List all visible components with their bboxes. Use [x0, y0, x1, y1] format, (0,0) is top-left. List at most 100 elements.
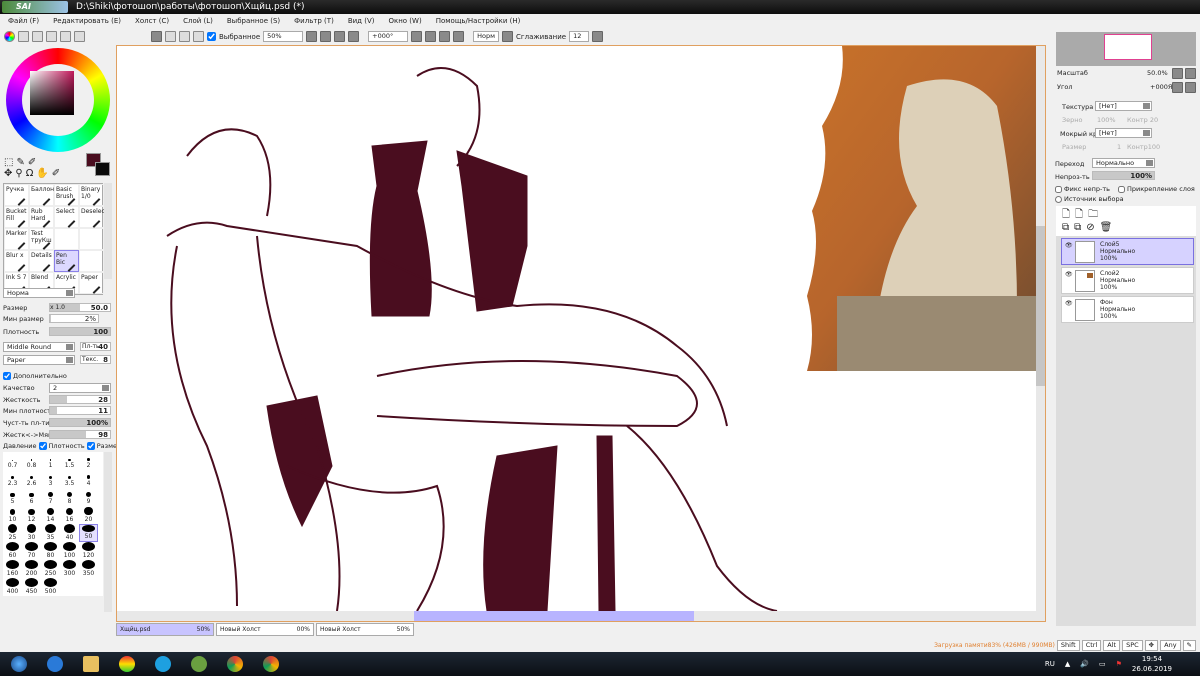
brush-size-3[interactable]: 3	[41, 470, 60, 488]
tool-deselect[interactable]: Deselect	[79, 206, 107, 228]
min-size-slider[interactable]: 2%	[49, 314, 99, 323]
smoothing-field[interactable]: 12	[569, 31, 590, 42]
copy-layer-icon[interactable]: ⧉	[1062, 222, 1074, 233]
brush-size-120[interactable]: 120	[79, 542, 98, 560]
menu-filter[interactable]: Фильтр (T)	[294, 17, 334, 25]
explorer-icon[interactable]	[74, 653, 108, 675]
visibility-eye-icon[interactable]: 👁	[1065, 271, 1073, 278]
tool-marker[interactable]: Marker	[4, 228, 29, 250]
angle-dropdown[interactable]	[411, 31, 423, 42]
tab-document[interactable]: Новый Холст 50%	[316, 623, 414, 636]
brush-size-7[interactable]: 7	[41, 488, 60, 506]
color-wheel-icon[interactable]	[4, 31, 15, 42]
tool-grid-scrollbar[interactable]	[104, 183, 112, 279]
tool-select[interactable]: Select	[54, 206, 79, 228]
tool-bucket-fill[interactable]: Bucket Fill	[4, 206, 29, 228]
shift-key[interactable]: Shift	[1056, 639, 1080, 651]
zoom-dropdown[interactable]	[306, 31, 318, 42]
horizontal-scrollbar[interactable]	[117, 611, 1045, 621]
nav-zoom-out[interactable]	[1172, 68, 1183, 79]
rotate-right-button[interactable]	[439, 31, 451, 42]
layer-blend-select[interactable]: Нормально	[1092, 158, 1155, 168]
language-indicator[interactable]: RU	[1045, 660, 1055, 668]
zoom-in-button[interactable]	[334, 31, 346, 42]
layer-opacity-slider[interactable]: 100%	[1092, 171, 1155, 180]
brush-size-1.5[interactable]: 1.5	[60, 452, 79, 470]
brush-size-0.8[interactable]: 0.8	[22, 452, 41, 470]
space-key[interactable]: SPC	[1122, 639, 1143, 651]
pen-icon[interactable]: ✎	[1182, 639, 1196, 651]
brush-size-40[interactable]: 40	[60, 524, 79, 542]
brush-size-400[interactable]: 400	[3, 578, 22, 596]
layer-item[interactable]: 👁 Слой5 Нормально 100%	[1061, 238, 1194, 265]
zoom-field[interactable]: 50%	[263, 31, 304, 42]
zoom-reset-button[interactable]	[348, 31, 360, 42]
invert-selection-button[interactable]	[193, 31, 204, 42]
zoom-out-button[interactable]	[320, 31, 332, 42]
sensitivity-slider[interactable]: 100%	[49, 418, 111, 427]
menu-view[interactable]: Вид (V)	[348, 17, 375, 25]
chrome-icon[interactable]	[218, 653, 252, 675]
brush-size-200[interactable]: 200	[22, 560, 41, 578]
brush-size-30[interactable]: 30	[22, 524, 41, 542]
menu-selection[interactable]: Выбранное (S)	[227, 17, 280, 25]
menu-canvas[interactable]: Холст (C)	[135, 17, 169, 25]
tray-expand-icon[interactable]: ▲	[1065, 660, 1070, 668]
any-key[interactable]: Any	[1160, 639, 1181, 651]
brush-size-1[interactable]: 1	[41, 452, 60, 470]
brush-size-6[interactable]: 6	[22, 488, 41, 506]
merge-down-icon[interactable]: ⧉	[1074, 222, 1086, 233]
selection-tools-icons[interactable]: ⬚✎✐ ✥⚲Ω✋✐	[4, 157, 63, 179]
brush-size-10[interactable]: 10	[3, 506, 22, 524]
new-folder-icon[interactable]: 🗀	[1088, 209, 1103, 220]
flip-button[interactable]	[502, 31, 514, 42]
brush-size-80[interactable]: 80	[41, 542, 60, 560]
painttool-sai-icon[interactable]	[182, 653, 216, 675]
brush-size-5[interactable]: 5	[3, 488, 22, 506]
nav-rotate-right[interactable]	[1185, 82, 1196, 93]
delete-layer-icon[interactable]: 🗑	[1100, 222, 1118, 233]
app-s-icon[interactable]	[110, 653, 144, 675]
tool-pen-bic[interactable]: Pen Bic	[54, 250, 79, 272]
blend-mode-select[interactable]: Норма	[3, 288, 75, 298]
tool-ручка[interactable]: Ручка	[4, 184, 29, 206]
clock[interactable]: 19:54 26.06.2019	[1132, 654, 1172, 674]
brush-size-2.3[interactable]: 2.3	[3, 470, 22, 488]
nav-rotate-left[interactable]	[1172, 82, 1183, 93]
min-density-slider[interactable]: 11	[49, 406, 111, 415]
brush-size-0.7[interactable]: 0.7	[3, 452, 22, 470]
tool-rub-hard[interactable]: Rub Hard	[29, 206, 54, 228]
brush-size-500[interactable]: 500	[41, 578, 60, 596]
tool-баллон[interactable]: Баллон	[29, 184, 54, 206]
brush-size-300[interactable]: 300	[60, 560, 79, 578]
brush-size-scrollbar[interactable]	[104, 452, 112, 612]
brush-size-70[interactable]: 70	[22, 542, 41, 560]
saturation-value-square[interactable]	[30, 71, 74, 115]
brush-size-35[interactable]: 35	[41, 524, 60, 542]
density-slider[interactable]: 100	[49, 327, 111, 336]
view-mode-button[interactable]: Норм	[473, 31, 500, 42]
tool-test-трукш[interactable]: Test труКш	[29, 228, 54, 250]
brush-size-12[interactable]: 12	[22, 506, 41, 524]
hard-soft-slider[interactable]: 98	[49, 430, 111, 439]
quality-select[interactable]: 2	[49, 383, 111, 393]
size-multiplier[interactable]: x 1.0	[50, 304, 65, 311]
tool-details[interactable]: Details	[29, 250, 54, 272]
tool-paper[interactable]: Paper	[79, 272, 104, 294]
hardness-slider[interactable]: 28	[49, 395, 111, 404]
brush-texture-select[interactable]: Paper	[3, 355, 75, 365]
navigator-preview[interactable]	[1056, 32, 1196, 66]
color-sliders-icon[interactable]	[18, 31, 29, 42]
brush-palette-icon[interactable]	[74, 31, 85, 42]
scratchpad-icon[interactable]	[60, 31, 71, 42]
nav-zoom-value[interactable]: 50.0%	[1147, 69, 1168, 77]
brush-shape-select[interactable]: Middle Round	[3, 342, 75, 352]
selection-source-radio[interactable]	[1055, 195, 1062, 203]
ie-icon[interactable]	[38, 653, 72, 675]
secondary-color-swatch[interactable]	[95, 162, 110, 176]
wet-edge-select[interactable]: [Нет]	[1095, 128, 1152, 138]
deselect-button[interactable]	[179, 31, 190, 42]
brush-size-8[interactable]: 8	[60, 488, 79, 506]
visibility-eye-icon[interactable]: 👁	[1065, 242, 1073, 249]
menu-layer[interactable]: Слой (L)	[183, 17, 213, 25]
